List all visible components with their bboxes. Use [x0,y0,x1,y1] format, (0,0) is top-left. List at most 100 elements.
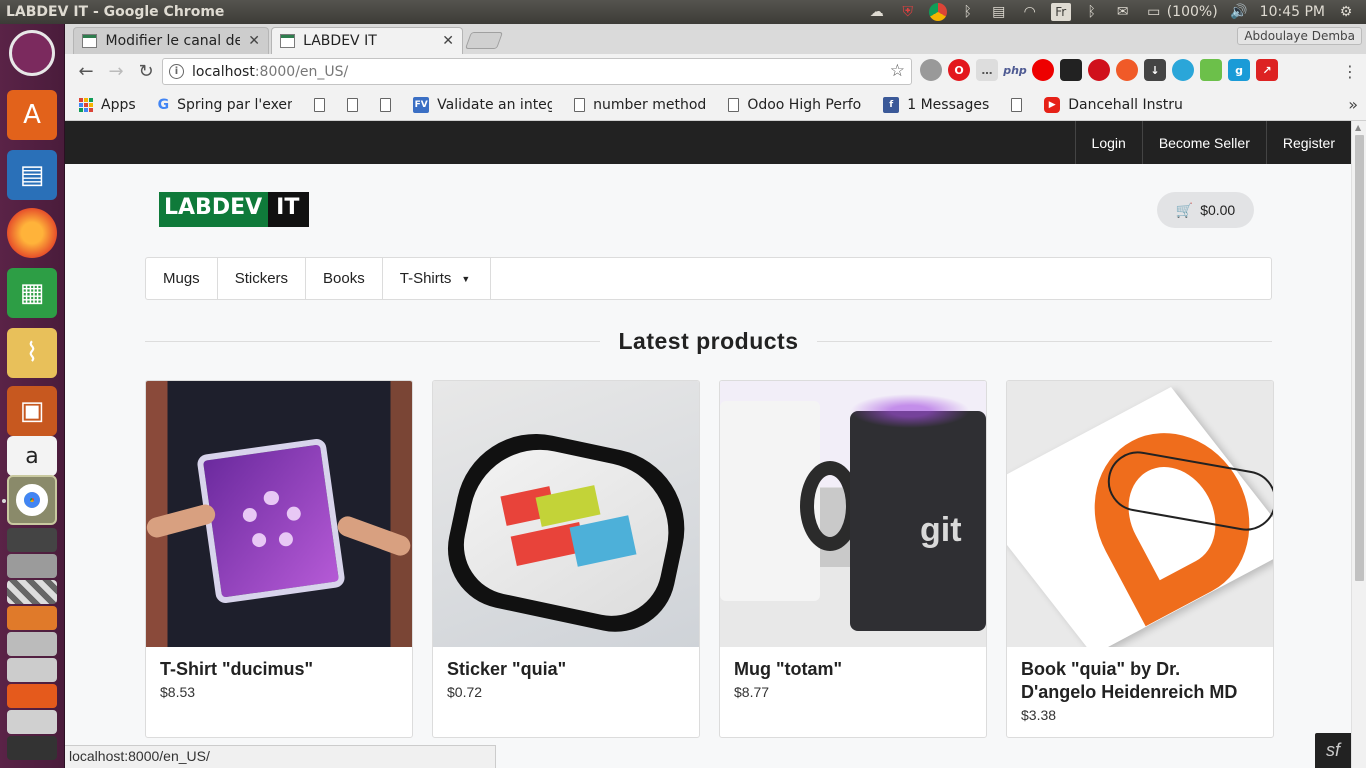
product-image-book[interactable] [1007,381,1273,647]
amazon-icon[interactable]: a [7,436,57,476]
tab-labdev[interactable]: LABDEV IT ✕ [271,27,463,54]
bookmark-apps[interactable]: Apps [79,97,136,113]
scrollbar-thumb[interactable] [1355,135,1364,581]
bookmark-star-icon[interactable]: ☆ [890,61,905,81]
info-icon[interactable]: i [169,64,184,79]
bookmark-doc[interactable] [347,97,359,112]
launcher-app-icon[interactable] [7,710,57,734]
tab-strip: Modifier le canal de ✕ LABDEV IT ✕ Abdou… [65,24,1366,54]
product-image-mug[interactable]: git [720,381,986,647]
extension-icon[interactable]: … [976,59,998,81]
record-icon[interactable] [1032,59,1054,81]
address-bar[interactable]: i localhost:8000/en_US/ ☆ [162,58,912,85]
symfony-toolbar-icon[interactable]: sf [1315,733,1351,768]
product-image-sticker[interactable] [433,381,699,647]
extension-icon[interactable] [1088,59,1110,81]
product-name[interactable]: Mug "totam" [734,658,972,681]
product-card[interactable]: T-Shirt "ducimus" $8.53 [145,380,413,738]
launcher-app-icon[interactable] [7,580,57,604]
product-card[interactable]: Sticker "quia" $0.72 [432,380,700,738]
battery-percentage[interactable]: (100%) [1167,4,1218,20]
launcher-app-icon[interactable] [7,554,57,578]
settings-gear-icon[interactable]: ⚙ [1336,3,1356,21]
volume-icon[interactable]: 🔊 [1229,3,1249,21]
chrome-menu-icon[interactable]: ⋮ [1342,62,1358,81]
bookmark-doc[interactable] [314,97,326,112]
mail-icon[interactable]: ✉ [1113,3,1133,21]
register-link[interactable]: Register [1265,121,1351,164]
download-icon[interactable]: ↓ [1144,59,1166,81]
launcher-app-icon[interactable] [7,658,57,682]
product-name[interactable]: Sticker "quia" [447,658,685,681]
bookmarks-bar: Apps G Spring par l'exen FV Validate an … [65,89,1366,121]
bluetooth-icon[interactable]: ᛒ [1082,3,1102,21]
extension-icon[interactable] [1060,59,1082,81]
category-stickers[interactable]: Stickers [218,258,307,299]
new-tab-button[interactable] [464,32,504,49]
battery-icon[interactable]: ▭ [1144,3,1164,21]
site-logo[interactable]: LABDEV IT [159,192,310,227]
writer-icon[interactable]: ▤ [7,150,57,200]
wifi-icon[interactable]: ◠ [1020,3,1040,21]
launcher-app-icon[interactable] [7,606,57,630]
bookmark-doc[interactable] [1011,97,1023,112]
extension-icon[interactable] [920,59,942,81]
product-name[interactable]: Book "quia" by Dr. D'angelo Heidenreich … [1021,658,1259,704]
clipboard-icon[interactable]: ▤ [989,3,1009,21]
bookmark-label: Dancehall Instru [1068,96,1183,113]
bookmark-youtube[interactable]: ▶ Dancehall Instru [1044,96,1183,113]
shield-icon[interactable]: ⛨ [898,3,918,21]
tab-modifier-canal[interactable]: Modifier le canal de ✕ [73,27,269,54]
bookmark-validate[interactable]: FV Validate an integ [413,96,552,113]
product-card[interactable]: Book "quia" by Dr. D'angelo Heidenreich … [1006,380,1274,738]
clock[interactable]: 10:45 PM [1260,4,1325,20]
category-mugs[interactable]: Mugs [146,258,218,299]
chrome-launcher-icon[interactable] [7,475,57,525]
launcher-app-icon[interactable] [7,632,57,656]
back-arrow-icon[interactable]: ← [73,59,99,85]
firefox-icon[interactable] [7,208,57,258]
product-name[interactable]: T-Shirt "ducimus" [160,658,398,681]
extension-icon[interactable]: ↗ [1256,59,1278,81]
calc-icon[interactable]: ▦ [7,268,57,318]
forward-arrow-icon[interactable]: → [103,59,129,85]
launcher-app-icon[interactable] [7,528,57,552]
php-icon[interactable]: php [1003,59,1027,81]
bluetooth-off-icon[interactable]: ᛒ [958,3,978,21]
scroll-up-icon[interactable]: ▲ [1355,123,1361,132]
bookmark-odoo[interactable]: Odoo High Perfo [728,97,861,113]
opera-icon[interactable]: O [948,59,970,81]
extension-icon[interactable] [1172,59,1194,81]
bookmark-facebook[interactable]: f 1 Messages [883,96,989,113]
page-scrollbar[interactable]: ▲ [1351,121,1366,768]
category-books[interactable]: Books [306,258,383,299]
category-tshirts[interactable]: T-Shirts ▼ [383,258,492,299]
grammarly-icon[interactable]: g [1228,59,1250,81]
launcher-app-icon[interactable] [7,736,57,760]
product-image-tshirt[interactable] [146,381,412,647]
product-card[interactable]: git Mug "totam" $8.77 [719,380,987,738]
bookmark-number-method[interactable]: number method [574,97,706,113]
extension-icon[interactable] [1200,59,1222,81]
profile-button[interactable]: Abdoulaye Demba [1237,27,1362,45]
extensions-row: O … php ↓ g ↗ [920,59,1278,81]
chevron-right-icon[interactable]: » [1348,95,1358,114]
chrome-tray-icon[interactable] [928,3,947,21]
bookmark-spring[interactable]: G Spring par l'exen [158,97,293,113]
close-icon[interactable]: ✕ [442,33,454,49]
cart-button[interactable]: 🛒 $0.00 [1157,192,1254,228]
reload-icon[interactable]: ↻ [133,59,159,85]
become-seller-link[interactable]: Become Seller [1141,121,1266,164]
impress-icon[interactable]: ▣ [7,386,57,436]
close-icon[interactable]: ✕ [248,33,260,49]
launcher-app-icon[interactable] [7,684,57,708]
bleachbit-icon[interactable]: ⌇ [7,328,57,378]
login-link[interactable]: Login [1074,121,1142,164]
bookmark-doc[interactable] [380,97,392,112]
keyboard-layout[interactable]: Fr [1050,3,1071,21]
extension-icon[interactable] [1116,59,1138,81]
software-center-icon[interactable]: A [7,90,57,140]
ubuntu-one-icon[interactable]: ☁ [867,3,887,21]
ubuntu-dash-icon[interactable] [9,30,55,76]
bookmark-label: number method [593,96,707,113]
